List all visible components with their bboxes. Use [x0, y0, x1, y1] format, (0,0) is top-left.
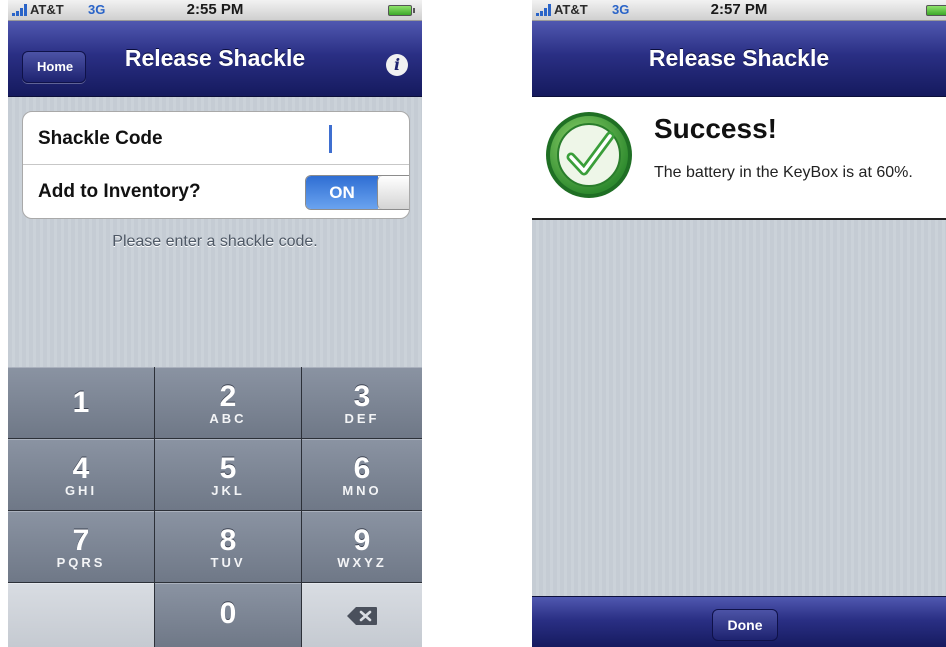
shackle-code-input[interactable]: [323, 124, 407, 154]
key-8[interactable]: 8 TUV: [155, 511, 301, 582]
status-bar: AT&T 3G 2:55 PM: [8, 0, 422, 21]
bottom-toolbar: Done: [532, 596, 946, 647]
key-6[interactable]: 6 MNO: [302, 439, 422, 510]
key-digit: 7: [72, 524, 90, 557]
shackle-form: Shackle Code Add to Inventory? ON: [22, 111, 410, 219]
status-time: 2:57 PM: [710, 1, 768, 18]
key-7[interactable]: 7 PQRS: [8, 511, 154, 582]
key-9[interactable]: 9 WXYZ: [302, 511, 422, 582]
key-blank: [8, 583, 154, 647]
status-bar: AT&T 3G 2:57 PM: [532, 0, 946, 21]
key-digit: 1: [72, 386, 90, 419]
key-3[interactable]: 3 DEF: [302, 367, 422, 438]
key-letters: ABC: [209, 411, 247, 426]
text-cursor: [329, 125, 332, 153]
toggle-knob[interactable]: [377, 176, 409, 209]
page-title: Release Shackle: [124, 45, 306, 71]
add-to-inventory-label: Add to Inventory?: [38, 181, 201, 202]
key-letters: MNO: [342, 483, 382, 498]
battery-status-message: The battery in the KeyBox is at 60%.: [654, 164, 913, 181]
key-letters: PQRS: [56, 555, 106, 570]
shackle-code-row: Shackle Code: [23, 112, 409, 165]
info-icon[interactable]: i: [386, 54, 408, 76]
key-digit: 2: [219, 380, 237, 413]
key-letters: DEF: [344, 411, 380, 426]
battery-icon: [388, 5, 415, 16]
key-letters: TUV: [210, 555, 246, 570]
navigation-bar: Release Shackle: [532, 21, 946, 97]
content-background: [532, 220, 946, 596]
key-4[interactable]: 4 GHI: [8, 439, 154, 510]
key-letters: WXYZ: [337, 555, 387, 570]
key-digit: 3: [353, 380, 371, 413]
add-to-inventory-toggle[interactable]: ON: [305, 175, 409, 210]
delete-key[interactable]: [302, 583, 422, 647]
key-1[interactable]: 1: [8, 367, 154, 438]
page-title: Release Shackle: [648, 45, 830, 71]
done-button[interactable]: Done: [712, 609, 778, 641]
release-shackle-success-screen: AT&T 3G 2:57 PM Release Shackle Success!…: [532, 0, 946, 647]
hint-text: Please enter a shackle code.: [112, 233, 318, 250]
key-letters: GHI: [64, 483, 98, 498]
add-to-inventory-row: Add to Inventory? ON: [23, 165, 409, 217]
key-digit: 5: [219, 452, 237, 485]
shackle-code-label: Shackle Code: [38, 128, 163, 149]
key-2[interactable]: 2 ABC: [155, 367, 301, 438]
numeric-keypad: 1 2 ABC 3 DEF 4 GHI 5 JKL 6 MNO 7 PQRS 8…: [8, 367, 422, 647]
key-digit: 9: [353, 524, 371, 557]
navigation-bar: Home Release Shackle i: [8, 21, 422, 97]
key-digit: 8: [219, 524, 237, 557]
toggle-on-label: ON: [306, 176, 378, 209]
backspace-icon: [347, 607, 377, 625]
key-0[interactable]: 0: [155, 583, 301, 647]
key-5[interactable]: 5 JKL: [155, 439, 301, 510]
checkmark-icon: [546, 112, 632, 198]
key-letters: JKL: [211, 483, 245, 498]
key-digit: 0: [219, 597, 237, 630]
success-panel: Success! The battery in the KeyBox is at…: [532, 97, 946, 220]
key-digit: 4: [72, 452, 90, 485]
release-shackle-entry-screen: AT&T 3G 2:55 PM Home Release Shackle i S…: [8, 0, 422, 647]
status-time: 2:55 PM: [186, 1, 244, 18]
battery-icon: [926, 5, 946, 16]
key-digit: 6: [353, 452, 371, 485]
success-title: Success!: [654, 113, 777, 144]
